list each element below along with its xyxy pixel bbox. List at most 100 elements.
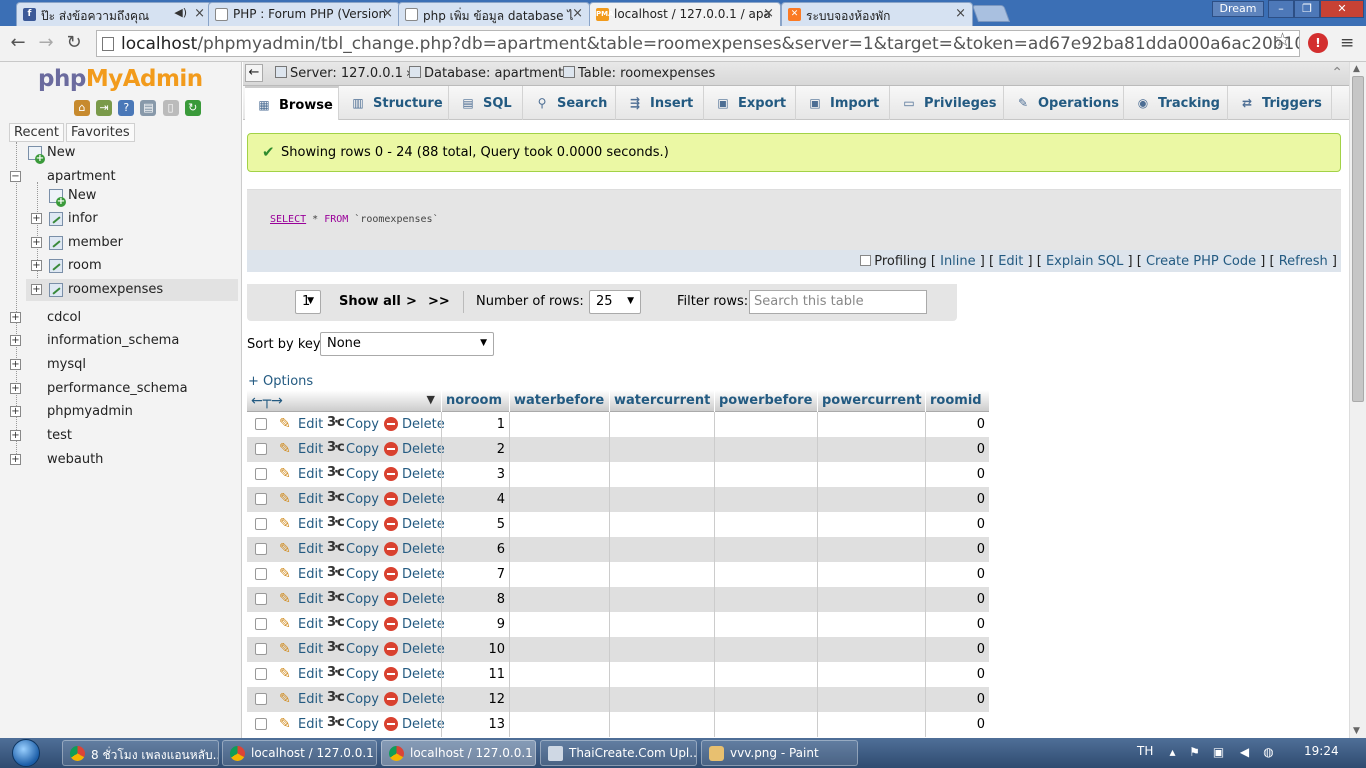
cell-powerbefore[interactable] <box>714 637 817 662</box>
cell-roomid[interactable]: 0 <box>925 487 989 512</box>
browser-tab-phpmyadmin[interactable]: PMA localhost / 127.0.0.1 / apa × <box>589 2 781 26</box>
new-tab-button[interactable] <box>971 5 1011 22</box>
column-header-waterbefore[interactable]: waterbefore <box>509 390 609 412</box>
cell-powercurrent[interactable] <box>817 587 925 612</box>
row-checkbox[interactable] <box>255 418 267 430</box>
browser-tab-php-database[interactable]: php เพิ่ม ข้อมูล database ไ × <box>398 2 590 26</box>
row-checkbox[interactable] <box>255 593 267 605</box>
row-checkbox[interactable] <box>255 693 267 705</box>
expand-icon[interactable]: + <box>10 312 21 323</box>
tree-item-information-schema[interactable]: + information_schema <box>0 330 240 352</box>
cell-powercurrent[interactable] <box>817 612 925 637</box>
cell-watercurrent[interactable] <box>609 712 714 737</box>
copy-row-button[interactable]: Copy <box>346 717 379 732</box>
collapse-icon[interactable]: − <box>10 171 21 182</box>
cell-noroom[interactable]: 5 <box>441 512 509 537</box>
taskbar-item-chrome-localhost-2[interactable]: localhost / 127.0.0.1 ... <box>381 740 536 766</box>
edit-row-button[interactable]: Edit <box>298 442 323 457</box>
edit-row-button[interactable]: Edit <box>298 542 323 557</box>
page-select[interactable]: 1 ▼ <box>295 290 321 314</box>
start-button[interactable] <box>6 738 46 768</box>
cell-watercurrent[interactable] <box>609 487 714 512</box>
cell-waterbefore[interactable] <box>509 512 609 537</box>
tab-sql[interactable]: ▤ SQL <box>449 86 523 120</box>
cell-powercurrent[interactable] <box>817 562 925 587</box>
copy-row-button[interactable]: Copy <box>346 442 379 457</box>
expand-icon[interactable]: + <box>10 406 21 417</box>
cell-watercurrent[interactable] <box>609 462 714 487</box>
logout-icon[interactable]: ⇥ <box>96 100 113 116</box>
edit-row-button[interactable]: Edit <box>298 642 323 657</box>
copy-row-button[interactable]: Copy <box>346 617 379 632</box>
edit-row-button[interactable]: Edit <box>298 617 323 632</box>
delete-row-button[interactable]: Delete <box>402 467 445 482</box>
row-checkbox[interactable] <box>255 668 267 680</box>
row-checkbox[interactable] <box>255 443 267 455</box>
tree-item-room[interactable]: + room <box>0 255 240 277</box>
row-checkbox[interactable] <box>255 643 267 655</box>
close-icon[interactable]: × <box>382 6 393 21</box>
row-checkbox[interactable] <box>255 518 267 530</box>
delete-row-button[interactable]: Delete <box>402 492 445 507</box>
tree-item-phpmyadmin[interactable]: + phpmyadmin <box>0 401 240 423</box>
cell-powerbefore[interactable] <box>714 462 817 487</box>
edit-row-button[interactable]: Edit <box>298 717 323 732</box>
browser-tab-facebook[interactable]: f ป๊ะ ส่งข้อความถึงคุณ ◀) × <box>16 2 212 26</box>
copy-row-button[interactable]: Copy <box>346 467 379 482</box>
cell-waterbefore[interactable] <box>509 487 609 512</box>
cell-powerbefore[interactable] <box>714 662 817 687</box>
edit-row-button[interactable]: Edit <box>298 492 323 507</box>
cell-waterbefore[interactable] <box>509 437 609 462</box>
delete-row-button[interactable]: Delete <box>402 692 445 707</box>
address-bar[interactable]: localhost/phpmyadmin/tbl_change.php?db=a… <box>96 30 1300 57</box>
cell-powercurrent[interactable] <box>817 437 925 462</box>
phpmyadmin-logo[interactable]: phpMyAdmin <box>38 66 203 92</box>
forward-icon[interactable]: → <box>34 32 58 56</box>
cell-powerbefore[interactable] <box>714 562 817 587</box>
cell-watercurrent[interactable] <box>609 637 714 662</box>
delete-row-button[interactable]: Delete <box>402 442 445 457</box>
cell-watercurrent[interactable] <box>609 687 714 712</box>
cell-waterbefore[interactable] <box>509 537 609 562</box>
expand-icon[interactable]: + <box>31 213 42 224</box>
cell-powercurrent[interactable] <box>817 537 925 562</box>
copy-row-button[interactable]: Copy <box>346 517 379 532</box>
tree-item-new[interactable]: New <box>0 142 240 164</box>
tab-export[interactable]: ▣ Export <box>704 86 796 120</box>
cell-powercurrent[interactable] <box>817 512 925 537</box>
cell-powerbefore[interactable] <box>714 437 817 462</box>
refresh-icon[interactable]: ↻ <box>184 100 201 116</box>
copy-row-button[interactable]: Copy <box>346 492 379 507</box>
scroll-up-icon[interactable]: ▲ <box>1353 64 1360 74</box>
cell-noroom[interactable]: 9 <box>441 612 509 637</box>
cell-powerbefore[interactable] <box>714 537 817 562</box>
close-icon[interactable]: × <box>194 6 205 21</box>
close-icon[interactable]: × <box>955 6 966 21</box>
tab-import[interactable]: ▣ Import <box>796 86 890 120</box>
cell-watercurrent[interactable] <box>609 587 714 612</box>
cell-roomid[interactable]: 0 <box>925 462 989 487</box>
delete-row-button[interactable]: Delete <box>402 542 445 557</box>
close-icon[interactable]: × <box>572 6 583 21</box>
tree-item-performance-schema[interactable]: + performance_schema <box>0 378 240 400</box>
copy-row-button[interactable]: Copy <box>346 667 379 682</box>
breadcrumb-server[interactable]: Server: 127.0.0.1» <box>275 66 417 81</box>
flag-icon[interactable]: ⚑ <box>1188 746 1201 759</box>
window-close-icon[interactable]: ✕ <box>1320 0 1364 18</box>
row-checkbox[interactable] <box>255 568 267 580</box>
cell-noroom[interactable]: 10 <box>441 637 509 662</box>
cell-noroom[interactable]: 7 <box>441 562 509 587</box>
home-icon[interactable]: ⌂ <box>74 100 90 116</box>
cell-roomid[interactable]: 0 <box>925 637 989 662</box>
taskbar-item-chrome-music[interactable]: 8 ชั่วโมง เพลงแอนหลับ... <box>62 740 219 766</box>
browser-tab-booking[interactable]: ✕ ระบบจองห้องพัก × <box>781 2 973 26</box>
cell-powercurrent[interactable] <box>817 712 925 737</box>
expand-icon[interactable]: + <box>31 260 42 271</box>
column-header-watercurrent[interactable]: watercurrent <box>609 390 714 412</box>
cell-watercurrent[interactable] <box>609 662 714 687</box>
cell-powercurrent[interactable] <box>817 662 925 687</box>
expand-icon[interactable]: + <box>10 383 21 394</box>
cell-roomid[interactable]: 0 <box>925 512 989 537</box>
browser-tab-php-forum[interactable]: PHP : Forum PHP (Version × <box>208 2 400 26</box>
show-all-button[interactable]: Show all <box>339 294 401 309</box>
